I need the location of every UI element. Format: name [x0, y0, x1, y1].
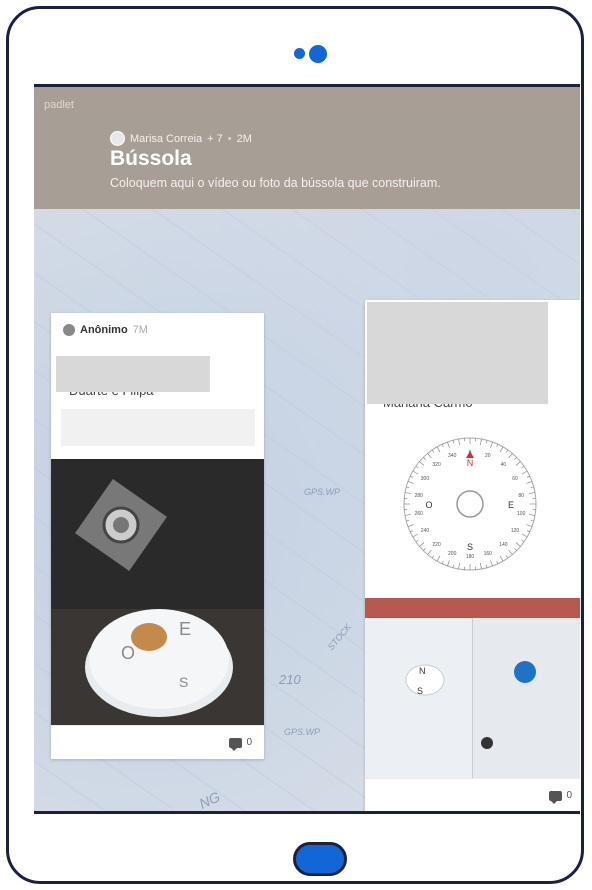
- compass-degree-label: 240: [421, 528, 430, 534]
- compass-east: E: [508, 500, 514, 510]
- comment-icon: [229, 737, 243, 751]
- author-line: Marisa Correia + 7 • 2M: [110, 131, 252, 146]
- compass-degree-label: 80: [518, 493, 524, 499]
- compass-south: S: [467, 542, 473, 552]
- page-title: Bússola: [110, 147, 192, 170]
- avatar: [110, 131, 125, 146]
- svg-text:S: S: [179, 674, 188, 690]
- page-description: Coloquem aqui o vídeo ou foto da bússola…: [110, 176, 441, 190]
- separator: •: [227, 132, 232, 145]
- post-card[interactable]: Mariana Carmo 02040608010012014016018020…: [365, 300, 580, 811]
- compass-degree-label: 180: [466, 554, 475, 560]
- compass-west: O: [425, 500, 432, 510]
- compass-degree-label: 260: [415, 511, 424, 517]
- map-label: GPS.WP: [284, 727, 321, 737]
- post-author-name: Anônimo: [80, 324, 128, 336]
- compass-rose-image[interactable]: 0204060801001201401601802002202402602803…: [365, 418, 580, 594]
- compass-degree-label: 220: [432, 542, 441, 548]
- post-body: [61, 409, 255, 446]
- padlet-logo[interactable]: padlet: [44, 99, 74, 111]
- camera-dot-icon: [294, 48, 305, 59]
- compass-degree-label: 60: [512, 476, 518, 482]
- map-label: GPS.WP: [304, 487, 341, 497]
- padlet-screen: GPS.WP 210 STOCK GPS.WP NG padlet Marisa…: [34, 84, 580, 814]
- comment-icon: [549, 790, 563, 804]
- svg-text:S: S: [417, 686, 423, 696]
- compass-degree-label: 120: [511, 528, 520, 534]
- compass-degree-label: 340: [448, 453, 457, 459]
- compass-degree-label: 140: [499, 542, 508, 548]
- comment-count[interactable]: 0: [549, 790, 572, 804]
- comment-count-value: 0: [566, 790, 572, 801]
- map-label: 210: [279, 672, 301, 687]
- compass-degree-label: 100: [517, 511, 526, 517]
- post-time: 7M: [132, 324, 148, 336]
- padlet-header: padlet Marisa Correia + 7 • 2M Bússola C…: [34, 87, 580, 209]
- card-divider: [365, 778, 580, 779]
- padlet-age: 2M: [236, 132, 252, 145]
- home-button[interactable]: [293, 842, 347, 876]
- compass-degree-label: 320: [432, 462, 441, 468]
- compass-north: N: [467, 458, 474, 468]
- compass-degree-label: 40: [501, 462, 507, 468]
- author-name: Marisa Correia: [130, 132, 203, 145]
- compass-degree-label: 200: [448, 551, 457, 557]
- svg-text:N: N: [419, 666, 426, 676]
- redaction-box: [367, 302, 548, 404]
- map-label: STOCK: [325, 621, 354, 653]
- contributors-count[interactable]: + 7: [207, 133, 223, 145]
- compass-degree-label: 160: [484, 551, 493, 557]
- compass-photo[interactable]: N S: [365, 598, 580, 778]
- comment-count-value: 0: [246, 737, 252, 748]
- compass-degree-label: 20: [485, 453, 491, 459]
- compass-degree-label: 280: [415, 493, 424, 499]
- card-divider: [51, 725, 264, 726]
- compass-photo[interactable]: O E S: [51, 459, 264, 725]
- camera-lens-icon: [309, 45, 327, 63]
- anonymous-avatar-icon: [63, 324, 75, 336]
- svg-text:O: O: [121, 643, 135, 663]
- map-label: NG: [196, 788, 223, 812]
- svg-text:E: E: [179, 619, 191, 639]
- post-author: Anônimo 7M: [63, 324, 148, 336]
- post-card[interactable]: Anônimo 7M Duarte e Filipa O E S: [51, 313, 264, 759]
- redaction-box: [56, 356, 210, 392]
- compass-degree-label: 300: [421, 476, 430, 482]
- comment-count[interactable]: 0: [229, 737, 252, 751]
